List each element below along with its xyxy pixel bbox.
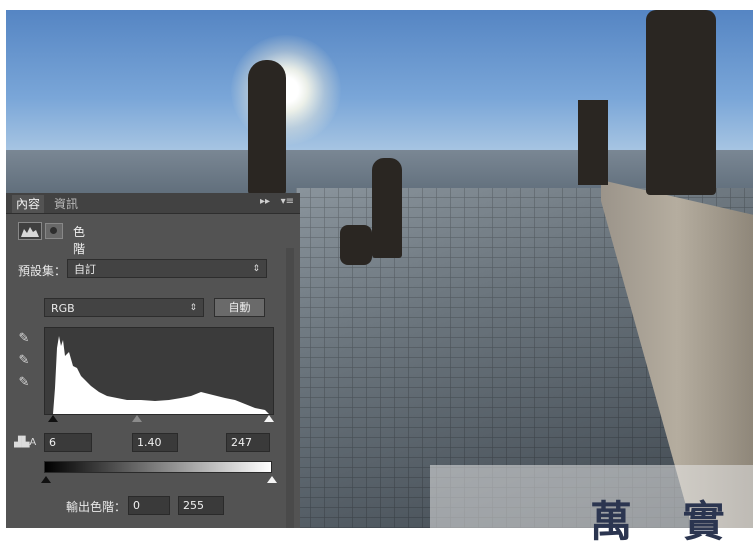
sky bbox=[6, 10, 753, 170]
clipping-warning-icon[interactable]: ▟▙A bbox=[14, 437, 36, 448]
white-point-slider[interactable] bbox=[264, 415, 274, 422]
watermark-text: 萬 實 bbox=[590, 497, 743, 546]
collapse-panel-icon[interactable]: ▸▸ bbox=[260, 196, 270, 207]
levels-adjustment-icon[interactable] bbox=[18, 222, 42, 240]
walker-silhouette bbox=[372, 158, 402, 258]
statue-left bbox=[248, 60, 286, 195]
output-black-slider[interactable] bbox=[41, 476, 51, 483]
black-point-slider[interactable] bbox=[48, 415, 58, 422]
channel-select[interactable]: RGB ⇕ bbox=[44, 298, 204, 317]
preset-value: 自訂 bbox=[74, 263, 96, 276]
output-white-field[interactable]: 255 bbox=[178, 496, 224, 515]
gamma-slider[interactable] bbox=[132, 415, 142, 422]
output-white-slider[interactable] bbox=[267, 476, 277, 483]
output-gradient bbox=[44, 461, 272, 473]
input-white-field[interactable]: 247 bbox=[226, 433, 270, 452]
auto-button[interactable]: 自動 bbox=[214, 298, 265, 317]
preset-label: 預設集： bbox=[18, 264, 67, 278]
statue-right bbox=[646, 10, 716, 195]
white-point-eyedropper-icon[interactable]: ✎ bbox=[16, 375, 32, 391]
select-arrows-icon: ⇕ bbox=[189, 303, 197, 313]
select-arrows-icon: ⇕ bbox=[252, 264, 260, 274]
properties-panel: 內容 資訊 ▸▸ ▾≡ 色階 預設集： 自訂 ⇕ RGB ⇕ 自動 ✎ ✎ ✎ … bbox=[6, 193, 300, 528]
preset-select[interactable]: 自訂 ⇕ bbox=[67, 259, 267, 278]
panel-menu-icon[interactable]: ▾≡ bbox=[281, 196, 294, 207]
input-black-field[interactable]: 6 bbox=[44, 433, 92, 452]
input-levels-slider[interactable] bbox=[48, 415, 274, 423]
layer-mask-icon[interactable] bbox=[45, 223, 63, 239]
histogram bbox=[44, 327, 274, 415]
tab-info[interactable]: 資訊 bbox=[50, 195, 82, 213]
panel-scrollbar[interactable] bbox=[286, 248, 294, 528]
panel-tab-bar: 內容 資訊 ▸▸ ▾≡ bbox=[6, 193, 300, 214]
black-point-eyedropper-icon[interactable]: ✎ bbox=[16, 331, 32, 347]
gray-point-eyedropper-icon[interactable]: ✎ bbox=[16, 353, 32, 369]
tower bbox=[578, 100, 608, 185]
panel-title: 色階 bbox=[73, 225, 86, 256]
output-levels-label: 輸出色階： bbox=[66, 500, 127, 514]
dog-silhouette bbox=[340, 225, 372, 265]
channel-value: RGB bbox=[51, 302, 75, 315]
tab-properties[interactable]: 內容 bbox=[12, 195, 45, 213]
input-gamma-field[interactable]: 1.40 bbox=[132, 433, 178, 452]
output-black-field[interactable]: 0 bbox=[128, 496, 170, 515]
histogram-curve bbox=[53, 336, 269, 414]
